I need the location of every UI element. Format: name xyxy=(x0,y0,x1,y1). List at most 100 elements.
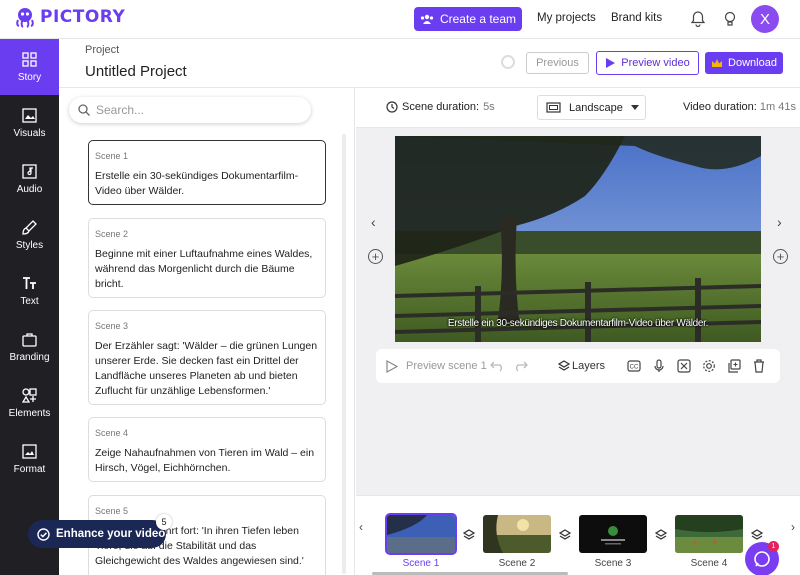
download-button[interactable]: Download xyxy=(705,52,783,74)
scene-number: Scene 2 xyxy=(95,229,129,239)
scene-list-panel: Search... Scene 1 Erstelle ein 30-sekünd… xyxy=(59,88,355,575)
layers-icon[interactable] xyxy=(655,529,667,541)
settings-gear-icon[interactable] xyxy=(701,358,717,374)
create-team-label: Create a team xyxy=(439,12,517,26)
notifications-bell-icon[interactable] xyxy=(689,10,707,28)
timeline-label-scene-2: Scene 2 xyxy=(498,558,536,569)
user-avatar[interactable]: X xyxy=(751,5,779,33)
redo-icon[interactable] xyxy=(513,360,528,372)
timeline-thumb-scene-1[interactable] xyxy=(385,513,457,555)
sidebar-item-label: Format xyxy=(13,463,46,475)
lightbulb-icon[interactable] xyxy=(721,10,739,28)
editor-header: Scene duration: 5s Landscape Video durat… xyxy=(356,88,800,128)
search-icon xyxy=(78,104,90,116)
scene-text[interactable]: Der Erzähler sagt: 'Wälder – die grünen … xyxy=(95,339,319,399)
timeline-thumb-scene-4[interactable] xyxy=(675,515,743,553)
sidebar-item-label: Audio xyxy=(16,183,43,195)
layers-icon[interactable] xyxy=(463,529,475,541)
project-title[interactable]: Untitled Project xyxy=(85,63,187,80)
previous-button[interactable]: Previous xyxy=(526,52,589,74)
scene-number: Scene 5 xyxy=(95,506,129,516)
add-scene-after-icon[interactable]: + xyxy=(773,249,788,264)
logo-text: PICTORY xyxy=(40,7,126,27)
create-team-button[interactable]: Create a team xyxy=(414,7,522,31)
briefcase-icon xyxy=(22,332,37,347)
video-duration-value: 1m 41s xyxy=(759,101,796,113)
play-icon xyxy=(606,58,616,68)
timeline-label-scene-3: Scene 3 xyxy=(594,558,632,569)
sidebar-item-label: Story xyxy=(17,71,42,83)
scene-number: Scene 1 xyxy=(95,151,129,161)
add-scene-before-icon[interactable]: + xyxy=(368,249,383,264)
octopus-logo-icon xyxy=(16,8,34,28)
scene-timeline: ‹ › Scene 1 Scene 2 Scene 3 Scene 4 xyxy=(356,495,800,575)
clock-icon xyxy=(386,101,398,113)
timeline-prev-arrow-icon[interactable]: ‹ xyxy=(359,520,363,534)
delete-trash-icon[interactable] xyxy=(751,358,767,374)
video-caption[interactable]: Erstelle ein 30-sekündiges Dokumentarfil… xyxy=(395,318,761,329)
ai-sparkle-icon[interactable] xyxy=(676,358,692,374)
enhance-video-button[interactable]: Enhance your video xyxy=(28,520,166,548)
scene-card-2[interactable]: Scene 2 Beginne mit einer Luftaufnahme e… xyxy=(88,218,326,298)
enhance-label: Enhance your video xyxy=(56,528,166,540)
brand-kits-link[interactable]: Brand kits xyxy=(611,12,662,24)
prev-scene-arrow-icon[interactable]: ‹ xyxy=(371,214,376,230)
scene-duration[interactable]: Scene duration: 5s xyxy=(386,101,495,113)
preview-scene-button[interactable]: Preview scene 1 xyxy=(406,360,487,372)
check-circle-icon xyxy=(37,527,50,541)
editor-panel: Scene duration: 5s Landscape Video durat… xyxy=(356,88,800,575)
scene-card-1[interactable]: Scene 1 Erstelle ein 30-sekündiges Dokum… xyxy=(88,140,326,205)
microphone-icon[interactable] xyxy=(651,358,667,374)
preview-video-label: Preview video xyxy=(621,57,690,69)
sidebar-item-visuals[interactable]: Visuals xyxy=(0,95,59,151)
timeline-label-scene-1: Scene 1 xyxy=(402,558,440,569)
scene-text[interactable]: Erstelle ein 30-sekündiges Dokumentarfil… xyxy=(95,169,319,199)
sidebar-item-label: Elements xyxy=(8,407,51,419)
preview-video-button[interactable]: Preview video xyxy=(596,51,699,75)
download-label: Download xyxy=(728,57,777,69)
layers-icon[interactable] xyxy=(751,529,763,541)
sidebar-item-elements[interactable]: Elements xyxy=(0,375,59,431)
music-note-icon xyxy=(22,163,37,179)
sidebar-item-label: Text xyxy=(20,295,39,307)
shapes-icon xyxy=(22,387,37,403)
scene-text[interactable]: Zeige Nahaufnahmen von Tieren im Wald – … xyxy=(95,446,319,476)
caret-down-icon xyxy=(630,105,639,110)
scene-list-scrollbar[interactable] xyxy=(342,134,346,574)
layers-icon[interactable] xyxy=(559,529,571,541)
layers-button[interactable]: Layers xyxy=(572,360,605,372)
my-projects-link[interactable]: My projects xyxy=(537,12,596,24)
svg-text:CC: CC xyxy=(630,365,639,371)
duplicate-scene-icon[interactable] xyxy=(726,358,742,374)
orientation-value: Landscape xyxy=(569,101,623,114)
play-outline-icon[interactable] xyxy=(386,360,398,373)
image-frame-icon xyxy=(22,443,37,459)
scene-text[interactable]: Beginne mit einer Luftaufnahme eines Wal… xyxy=(95,247,319,292)
sidebar-item-audio[interactable]: Audio xyxy=(0,151,59,207)
scene-card-3[interactable]: Scene 3 Der Erzähler sagt: 'Wälder – die… xyxy=(88,310,326,405)
video-frame-image xyxy=(395,136,761,342)
undo-icon[interactable] xyxy=(490,360,505,372)
grid-icon xyxy=(22,51,37,67)
sidebar-item-branding[interactable]: Branding xyxy=(0,319,59,375)
timeline-thumb-scene-2[interactable] xyxy=(483,515,551,553)
next-scene-arrow-icon[interactable]: › xyxy=(777,214,782,230)
scene-duration-label: Scene duration: xyxy=(402,101,480,113)
orientation-select[interactable]: Landscape xyxy=(537,95,646,120)
sidebar-item-styles[interactable]: Styles xyxy=(0,207,59,263)
search-input[interactable]: Search... xyxy=(96,103,144,117)
video-preview[interactable]: Erstelle ein 30-sekündiges Dokumentarfil… xyxy=(395,136,761,342)
sidebar-item-text[interactable]: Text xyxy=(0,263,59,319)
sidebar-item-format[interactable]: Format xyxy=(0,431,59,487)
timeline-next-arrow-icon[interactable]: › xyxy=(791,520,795,534)
loading-spinner-icon xyxy=(501,55,515,69)
video-duration: Video duration: 1m 41s xyxy=(683,101,796,113)
pictory-logo[interactable]: PICTORY xyxy=(14,6,125,28)
captions-cc-icon[interactable]: CC xyxy=(626,358,642,374)
sidebar-item-story[interactable]: Story xyxy=(0,39,59,95)
timeline-thumb-scene-3[interactable] xyxy=(579,515,647,553)
top-bar: PICTORY Create a team My projects Brand … xyxy=(0,0,800,39)
scene-card-4[interactable]: Scene 4 Zeige Nahaufnahmen von Tieren im… xyxy=(88,417,326,482)
search-field[interactable]: Search... xyxy=(69,97,311,123)
image-icon xyxy=(22,107,37,123)
